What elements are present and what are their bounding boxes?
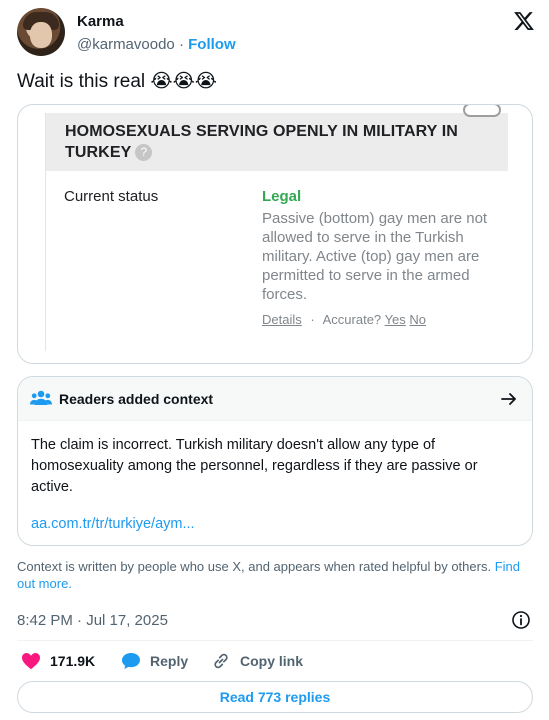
search-result-panel: HOMOSEXUALS SERVING OPENLY IN MILITARY I…: [45, 105, 508, 351]
panel-header: HOMOSEXUALS SERVING OPENLY IN MILITARY I…: [46, 113, 508, 171]
panel-title: HOMOSEXUALS SERVING OPENLY IN MILITARY I…: [65, 123, 458, 161]
context-text: Context is written by people who use X, …: [17, 559, 492, 574]
copy-link-label: Copy link: [240, 653, 304, 669]
panel-pill: [463, 105, 501, 117]
accurate-label: Accurate?: [322, 312, 382, 327]
community-note-title: Readers added context: [59, 391, 214, 407]
reply-bubble-icon: [122, 653, 140, 669]
community-note: Readers added context The claim is incor…: [17, 376, 533, 546]
arrow-right-icon[interactable]: [500, 390, 518, 408]
community-note-header[interactable]: Readers added context: [18, 377, 532, 421]
tweet-text: Wait is this real 😭😭😭: [17, 71, 217, 92]
x-logo-icon[interactable]: [513, 10, 535, 32]
author-handle-line: @karmavoodo · Follow: [77, 36, 236, 53]
read-replies-button[interactable]: Read 773 replies: [17, 681, 533, 713]
author-name[interactable]: Karma: [77, 13, 124, 30]
action-bar: 171.9K Reply Copy link: [17, 650, 533, 672]
reply-label: Reply: [150, 653, 189, 669]
panel-footer-links: Details · Accurate? Yes No: [262, 312, 426, 327]
help-icon: ?: [135, 144, 153, 161]
status-value: Legal: [262, 188, 302, 205]
info-icon[interactable]: [511, 610, 531, 630]
reply-button[interactable]: Reply: [121, 650, 188, 672]
avatar[interactable]: [17, 8, 65, 56]
tweet-header: Karma @karmavoodo · Follow: [17, 8, 537, 58]
like-button[interactable]: 171.9K: [21, 650, 95, 672]
follow-button[interactable]: Follow: [188, 36, 236, 53]
divider: [17, 640, 533, 641]
no-link: No: [409, 312, 427, 327]
avatar-face: [30, 22, 52, 48]
people-icon: [30, 390, 52, 405]
copy-link-button[interactable]: Copy link: [211, 650, 303, 672]
media-screenshot[interactable]: HOMOSEXUALS SERVING OPENLY IN MILITARY I…: [17, 104, 533, 364]
status-description: Passive (bottom) gay men are not allowed…: [262, 210, 488, 303]
community-note-link[interactable]: aa.com.tr/tr/turkiye/aym...: [31, 516, 195, 532]
like-count: 171.9K: [50, 653, 96, 669]
status-label: Current status: [64, 188, 159, 205]
link-icon: [214, 653, 228, 669]
yes-link: Yes: [384, 312, 406, 327]
tweet-timestamp[interactable]: 8:42 PM · Jul 17, 2025: [17, 612, 168, 629]
handle-separator: ·: [178, 36, 184, 53]
author-handle[interactable]: @karmavoodo: [77, 36, 175, 53]
footer-dot: ·: [310, 312, 315, 327]
details-link: Details: [262, 312, 302, 327]
community-note-body: The claim is incorrect. Turkish military…: [31, 437, 478, 495]
context-footer: Context is written by people who use X, …: [17, 558, 537, 592]
heart-icon: [22, 653, 40, 670]
